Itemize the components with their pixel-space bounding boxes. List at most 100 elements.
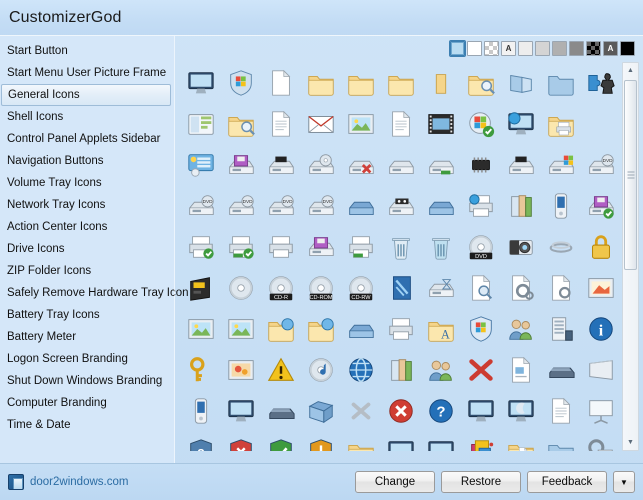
sidebar-item-logon-screen-branding[interactable]: Logon Screen Branding	[0, 348, 175, 370]
icon-drive-blue-small[interactable]	[341, 308, 381, 349]
icon-error-circle-red[interactable]	[381, 390, 421, 431]
sidebar-item-shell-icons[interactable]: Shell Icons	[0, 106, 175, 128]
swatch-checker-dark[interactable]	[586, 41, 601, 56]
icon-cable[interactable]	[541, 226, 581, 267]
brand-link[interactable]: door2windows.com	[8, 474, 128, 490]
icon-printer-floppy[interactable]	[301, 226, 341, 267]
swatch-black-letter-a[interactable]: A	[603, 41, 618, 56]
icon-shield-warning-orange[interactable]	[301, 431, 341, 451]
icon-books-stack[interactable]	[381, 349, 421, 390]
icon-zip-archive[interactable]	[461, 431, 501, 451]
icon-tape-drive[interactable]	[381, 185, 421, 226]
icon-shield-check-green[interactable]	[261, 431, 301, 451]
icon-printer-network[interactable]	[461, 185, 501, 226]
sidebar-item-start-menu-user-picture-frame[interactable]: Start Menu User Picture Frame	[0, 62, 175, 84]
icon-folder-shared[interactable]	[341, 431, 381, 451]
icon-folder-font[interactable]: A	[421, 308, 461, 349]
sidebar-item-battery-meter[interactable]: Battery Meter	[0, 326, 175, 348]
icon-lock-gold[interactable]	[581, 226, 617, 267]
icon-printer-green[interactable]	[341, 226, 381, 267]
icon-presentation-doc[interactable]	[501, 349, 541, 390]
icon-mail-envelope[interactable]	[301, 103, 341, 144]
sidebar-item-time-date[interactable]: Time & Date	[0, 414, 175, 436]
icon-shield-error-red[interactable]	[221, 431, 261, 451]
icon-disc-drive[interactable]	[301, 144, 341, 185]
swatch-checker-light[interactable]	[484, 41, 499, 56]
icon-camera[interactable]	[501, 226, 541, 267]
icon-dvd-rom-drive[interactable]: DVD	[261, 185, 301, 226]
icon-drive-blue[interactable]	[421, 185, 461, 226]
icon-gray-x[interactable]	[341, 390, 381, 431]
icon-drive-dark[interactable]	[501, 144, 541, 185]
change-button[interactable]: Change	[355, 471, 435, 493]
sidebar-item-action-center-icons[interactable]: Action Center Icons	[0, 216, 175, 238]
icon-folder-web-green[interactable]	[261, 308, 301, 349]
icon-globe-blue-circle[interactable]	[341, 349, 381, 390]
swatch-black[interactable]	[620, 41, 635, 56]
icon-folder-search-open[interactable]	[221, 103, 261, 144]
sidebar-item-battery-tray-icons[interactable]: Battery Tray Icons	[0, 304, 175, 326]
feedback-dropdown-button[interactable]: ▼	[613, 471, 635, 493]
icon-control-panel[interactable]	[181, 144, 221, 185]
icon-printer-check[interactable]	[181, 226, 221, 267]
icon-dvd-rw-drive[interactable]: DVD	[301, 185, 341, 226]
icon-cd-disc[interactable]	[221, 267, 261, 308]
icon-folder-closed-2[interactable]	[341, 62, 381, 103]
icon-recycle-bin-empty[interactable]	[381, 226, 421, 267]
icon-settings-checklist[interactable]	[581, 431, 617, 451]
icon-folder-blue-flag[interactable]	[541, 431, 581, 451]
sidebar-item-navigation-buttons[interactable]: Navigation Buttons	[0, 150, 175, 172]
icon-monitor-moon[interactable]	[501, 390, 541, 431]
icon-printer-plain[interactable]	[261, 226, 301, 267]
icon-folder-closed[interactable]	[301, 62, 341, 103]
icon-scanner-blue[interactable]	[341, 185, 381, 226]
icon-security-shield-blue[interactable]	[461, 308, 501, 349]
icon-picture-photo[interactable]	[221, 308, 261, 349]
swatch-white-letter-a[interactable]: A	[501, 41, 516, 56]
sidebar-item-safely-remove-hardware-tray-icon[interactable]: Safely Remove Hardware Tray Icon	[0, 282, 189, 304]
icon-dvd-disc[interactable]: DVD	[461, 226, 501, 267]
icon-folder-thin[interactable]	[421, 62, 461, 103]
icon-warning-triangle[interactable]	[261, 349, 301, 390]
icon-monitor-small[interactable]	[221, 390, 261, 431]
icon-shield-question[interactable]: ?	[181, 431, 221, 451]
icon-floppy-drive[interactable]	[221, 144, 261, 185]
icon-cd-r-disc[interactable]: CD-R	[261, 267, 301, 308]
icon-users-pair[interactable]	[421, 349, 461, 390]
icon-text-document[interactable]	[261, 103, 301, 144]
scroll-up-arrow-icon[interactable]: ▲	[623, 63, 638, 78]
icon-film-strip[interactable]	[421, 103, 461, 144]
icon-panorama-frame[interactable]	[581, 349, 617, 390]
sidebar-item-computer-branding[interactable]: Computer Branding	[0, 392, 175, 414]
icon-projector-screen[interactable]	[581, 390, 617, 431]
sidebar-item-drive-icons[interactable]: Drive Icons	[0, 238, 175, 260]
swatch-light-gray[interactable]	[535, 41, 550, 56]
icon-folder-3d[interactable]	[301, 390, 341, 431]
icon-dvd-ram-drive[interactable]: DVD	[221, 185, 261, 226]
icon-drive-delete-x[interactable]	[341, 144, 381, 185]
sidebar-item-zip-folder-icons[interactable]: ZIP Folder Icons	[0, 260, 175, 282]
feedback-button[interactable]: Feedback	[527, 471, 607, 493]
background-color-picker[interactable]: AA	[449, 40, 635, 57]
icon-hard-drive-black[interactable]	[261, 144, 301, 185]
icon-dvd-r-drive[interactable]: DVD	[181, 185, 221, 226]
icon-window-small[interactable]	[461, 390, 501, 431]
icon-folder-web-green-2[interactable]	[301, 308, 341, 349]
icon-computer-display[interactable]	[181, 62, 221, 103]
swatch-near-white[interactable]	[518, 41, 533, 56]
swatch-white[interactable]	[467, 41, 482, 56]
icon-printer-green-check[interactable]	[221, 226, 261, 267]
icon-red-x[interactable]	[461, 349, 501, 390]
icon-text-page-lines[interactable]	[381, 103, 421, 144]
icon-puzzle-chess[interactable]	[581, 62, 617, 103]
icon-scanner-device[interactable]	[541, 349, 581, 390]
sidebar-item-general-icons[interactable]: General Icons	[1, 84, 171, 106]
icon-memory-chip[interactable]	[461, 144, 501, 185]
icon-folder-document[interactable]	[501, 431, 541, 451]
icon-monitor-screen[interactable]	[421, 431, 461, 451]
restore-button[interactable]: Restore	[441, 471, 521, 493]
icon-key-gold[interactable]	[181, 349, 221, 390]
icon-server-rack[interactable]	[541, 308, 581, 349]
icon-mobile-phone[interactable]	[541, 185, 581, 226]
icon-folder-tilt[interactable]	[501, 62, 541, 103]
